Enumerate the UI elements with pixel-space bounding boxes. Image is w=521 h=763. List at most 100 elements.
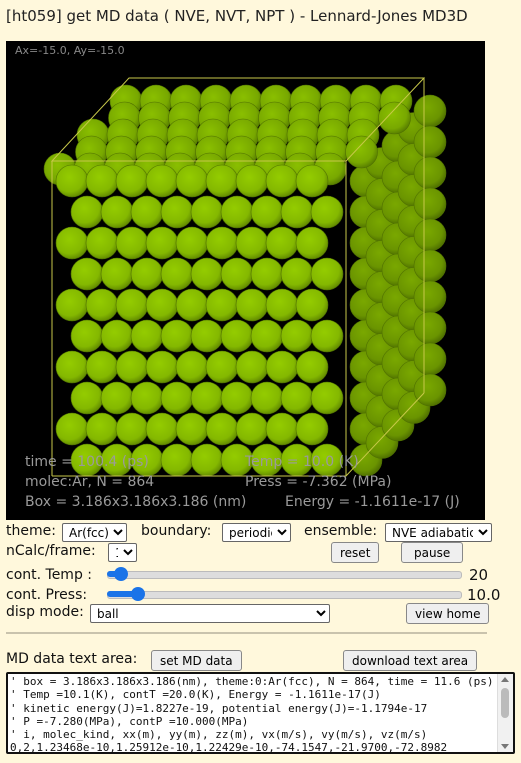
atom-ball bbox=[205, 288, 239, 322]
ensemble-select[interactable]: NVE adiabatic bbox=[385, 523, 492, 542]
atom-ball bbox=[145, 226, 179, 260]
atom-ball bbox=[378, 101, 411, 135]
atom-ball bbox=[145, 288, 179, 322]
set-md-data-button[interactable]: set MD data bbox=[151, 650, 242, 671]
atom-ball bbox=[115, 164, 149, 198]
atom-ball bbox=[310, 319, 344, 353]
atom-ball bbox=[295, 412, 329, 446]
atom-ball bbox=[130, 195, 164, 229]
md-data-line: ' kinetic energy(J)=1.8227e-19, potentia… bbox=[10, 701, 428, 715]
atom-ball bbox=[55, 350, 89, 384]
atom-ball bbox=[100, 319, 134, 353]
textarea-scrollbar[interactable] bbox=[497, 674, 513, 752]
atom-ball bbox=[265, 164, 299, 198]
atom-ball bbox=[280, 195, 314, 229]
boundary-select[interactable]: periodic bbox=[222, 523, 291, 542]
atom-ball bbox=[175, 350, 209, 384]
atom-ball bbox=[220, 257, 254, 291]
scroll-up-icon[interactable] bbox=[501, 677, 509, 682]
disp-mode-label: disp mode: bbox=[6, 604, 84, 620]
atom-ball bbox=[250, 195, 284, 229]
reset-button[interactable]: reset bbox=[331, 542, 380, 563]
section-divider bbox=[6, 632, 487, 634]
atom-cube-render bbox=[43, 77, 447, 477]
atom-ball bbox=[115, 288, 149, 322]
view-angle-readout: Ax=-15.0, Ay=-15.0 bbox=[15, 44, 125, 57]
atom-ball bbox=[85, 164, 119, 198]
md-data-line: 0,2,1.23468e-10,1.25912e-10,1.22429e-10,… bbox=[10, 741, 448, 754]
atom-ball bbox=[160, 257, 194, 291]
atom-ball bbox=[235, 412, 269, 446]
atom-ball bbox=[295, 226, 329, 260]
scrollbar-thumb[interactable] bbox=[501, 688, 509, 718]
atom-ball bbox=[55, 164, 89, 198]
atom-ball bbox=[160, 443, 194, 477]
atom-ball bbox=[190, 381, 224, 415]
atom-ball bbox=[220, 195, 254, 229]
atom-ball bbox=[220, 381, 254, 415]
atom-ball bbox=[190, 257, 224, 291]
atom-ball bbox=[70, 195, 104, 229]
ncalc-label: nCalc/frame: bbox=[6, 543, 96, 559]
cont-temp-slider-thumb[interactable] bbox=[114, 567, 128, 581]
cont-press-slider-thumb[interactable] bbox=[131, 587, 145, 601]
atom-ball bbox=[413, 280, 447, 314]
atom-ball bbox=[295, 288, 329, 322]
atom-ball bbox=[130, 319, 164, 353]
atom-ball bbox=[130, 381, 164, 415]
atom-ball bbox=[160, 381, 194, 415]
ncalc-select[interactable]: 1 bbox=[108, 543, 137, 562]
download-text-area-button[interactable]: download text area bbox=[343, 650, 478, 671]
box-readout: Box = 3.186x3.186x3.186 (nm) bbox=[25, 494, 247, 510]
md-data-label: MD data text area: bbox=[6, 651, 138, 667]
press-readout: Press = -7.362 (MPa) bbox=[245, 474, 392, 490]
ensemble-label: ensemble: bbox=[304, 523, 378, 539]
atom-ball bbox=[85, 226, 119, 260]
atom-ball bbox=[413, 249, 447, 283]
atom-ball bbox=[413, 187, 447, 221]
atom-ball bbox=[160, 319, 194, 353]
atom-ball bbox=[310, 257, 344, 291]
cont-temp-slider[interactable] bbox=[107, 567, 462, 581]
atom-ball bbox=[413, 218, 447, 252]
atom-ball bbox=[115, 226, 149, 260]
view-home-button[interactable]: view home bbox=[406, 603, 490, 624]
atom-ball bbox=[413, 311, 447, 345]
disp-mode-select[interactable]: ball bbox=[90, 604, 330, 623]
page-title: [ht059] get MD data ( NVE, NVT, NPT ) - … bbox=[6, 7, 468, 25]
md-3d-viewport[interactable]: Ax=-15.0, Ay=-15.0 time = 100.4 (ps) Tem… bbox=[6, 41, 485, 520]
cont-press-slider[interactable] bbox=[107, 587, 462, 601]
atom-ball bbox=[115, 412, 149, 446]
atom-ball bbox=[250, 319, 284, 353]
theme-select[interactable]: Ar(fcc) bbox=[62, 523, 127, 542]
atom-ball bbox=[55, 226, 89, 260]
atom-ball bbox=[205, 164, 239, 198]
atom-ball bbox=[235, 288, 269, 322]
atom-ball bbox=[190, 443, 224, 477]
theme-label: theme: bbox=[6, 523, 56, 539]
atom-ball bbox=[220, 319, 254, 353]
pause-button[interactable]: pause bbox=[401, 542, 464, 563]
atom-ball bbox=[175, 412, 209, 446]
molec-readout: molec:Ar, N = 864 bbox=[25, 474, 155, 490]
atom-ball bbox=[413, 156, 447, 190]
md-data-line: ' i, molec_kind, xx(m), yy(m), zz(m), vx… bbox=[10, 728, 428, 742]
atom-ball bbox=[55, 288, 89, 322]
atom-ball bbox=[55, 412, 89, 446]
energy-readout: Energy = -1.1611e-17 (J) bbox=[285, 494, 460, 510]
atom-ball bbox=[205, 350, 239, 384]
atom-ball bbox=[413, 342, 447, 376]
cont-temp-value: 20 bbox=[469, 566, 489, 584]
atom-ball bbox=[265, 226, 299, 260]
atom-ball bbox=[280, 319, 314, 353]
time-readout: time = 100.4 (ps) bbox=[25, 454, 149, 470]
temp-readout: Temp = 10.0 (K) bbox=[245, 454, 359, 470]
cont-press-value: 10.0 bbox=[467, 586, 501, 604]
md-data-line: ' Temp =10.1(K), contT =20.0(K), Energy … bbox=[10, 688, 381, 702]
md-data-textarea[interactable]: ' box = 3.186x3.186x3.186(nm), theme:0:A… bbox=[6, 672, 515, 754]
boundary-label: boundary: bbox=[141, 523, 212, 539]
scroll-down-icon[interactable] bbox=[501, 744, 509, 749]
atom-ball bbox=[310, 381, 344, 415]
atom-ball bbox=[235, 226, 269, 260]
atom-ball bbox=[310, 195, 344, 229]
